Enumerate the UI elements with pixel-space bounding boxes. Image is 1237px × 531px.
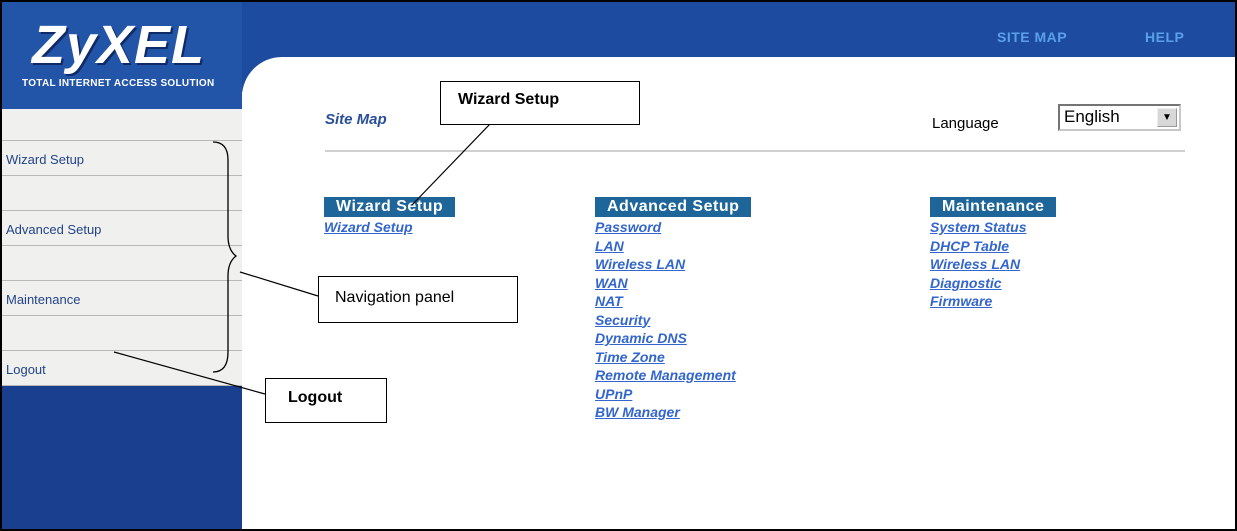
divider	[325, 150, 1185, 152]
maintenance-column: Maintenance System Status DHCP Table Wir…	[930, 197, 1057, 311]
language-label: Language	[932, 115, 999, 132]
chevron-down-icon[interactable]: ▼	[1157, 108, 1177, 127]
column-links: Password LAN Wireless LAN WAN NAT Securi…	[595, 218, 751, 422]
link-firmware[interactable]: Firmware	[930, 292, 1056, 311]
column-header: Maintenance	[930, 197, 1057, 217]
sidebar: ZyXEL TOTAL INTERNET ACCESS SOLUTION Wiz…	[2, 2, 242, 529]
nav-item-advanced-setup[interactable]: Advanced Setup	[2, 211, 242, 246]
zyxel-logo: ZyXEL	[32, 15, 206, 75]
column-links: System Status DHCP Table Wireless LAN Di…	[930, 218, 1056, 311]
language-select-value: English	[1064, 107, 1120, 126]
callout-logout: Logout	[265, 378, 387, 423]
callout-wizard-setup: Wizard Setup	[440, 81, 640, 125]
link-upnp[interactable]: UPnP	[595, 385, 751, 404]
link-wireless-lan-status[interactable]: Wireless LAN	[930, 255, 1056, 274]
logo-area: ZyXEL TOTAL INTERNET ACCESS SOLUTION	[2, 2, 242, 109]
page-title: Site Map	[325, 111, 387, 128]
column-header: Advanced Setup	[595, 197, 752, 217]
column-links: Wizard Setup	[324, 218, 455, 237]
nav-gap	[2, 176, 242, 211]
link-system-status[interactable]: System Status	[930, 218, 1056, 237]
link-dynamic-dns[interactable]: Dynamic DNS	[595, 329, 751, 348]
nav-spacer	[2, 109, 242, 141]
nav-gap	[2, 316, 242, 351]
link-nat[interactable]: NAT	[595, 292, 751, 311]
link-wan[interactable]: WAN	[595, 274, 751, 293]
link-lan[interactable]: LAN	[595, 237, 751, 256]
wizard-setup-column: Wizard Setup Wizard Setup	[324, 197, 456, 237]
link-password[interactable]: Password	[595, 218, 751, 237]
callout-navigation-panel: Navigation panel	[318, 276, 518, 323]
link-remote-management[interactable]: Remote Management	[595, 366, 751, 385]
nav-item-maintenance[interactable]: Maintenance	[2, 281, 242, 316]
nav-gap	[2, 246, 242, 281]
language-select[interactable]: English ▼	[1058, 104, 1181, 131]
navigation-panel: Wizard Setup Advanced Setup Maintenance …	[2, 141, 242, 386]
site-map-link[interactable]: SITE MAP	[997, 29, 1067, 45]
link-dhcp-table[interactable]: DHCP Table	[930, 237, 1056, 256]
link-wizard-setup[interactable]: Wizard Setup	[324, 218, 455, 237]
link-bw-manager[interactable]: BW Manager	[595, 403, 751, 422]
column-header: Wizard Setup	[324, 197, 456, 217]
link-diagnostic[interactable]: Diagnostic	[930, 274, 1056, 293]
logo-tagline: TOTAL INTERNET ACCESS SOLUTION	[22, 78, 215, 89]
app-window: ZyXEL TOTAL INTERNET ACCESS SOLUTION Wiz…	[0, 0, 1237, 531]
nav-item-logout[interactable]: Logout	[2, 351, 242, 386]
nav-item-wizard-setup[interactable]: Wizard Setup	[2, 141, 242, 176]
link-security[interactable]: Security	[595, 311, 751, 330]
advanced-setup-column: Advanced Setup Password LAN Wireless LAN…	[595, 197, 752, 422]
link-time-zone[interactable]: Time Zone	[595, 348, 751, 367]
help-link[interactable]: HELP	[1145, 29, 1184, 45]
link-wireless-lan[interactable]: Wireless LAN	[595, 255, 751, 274]
